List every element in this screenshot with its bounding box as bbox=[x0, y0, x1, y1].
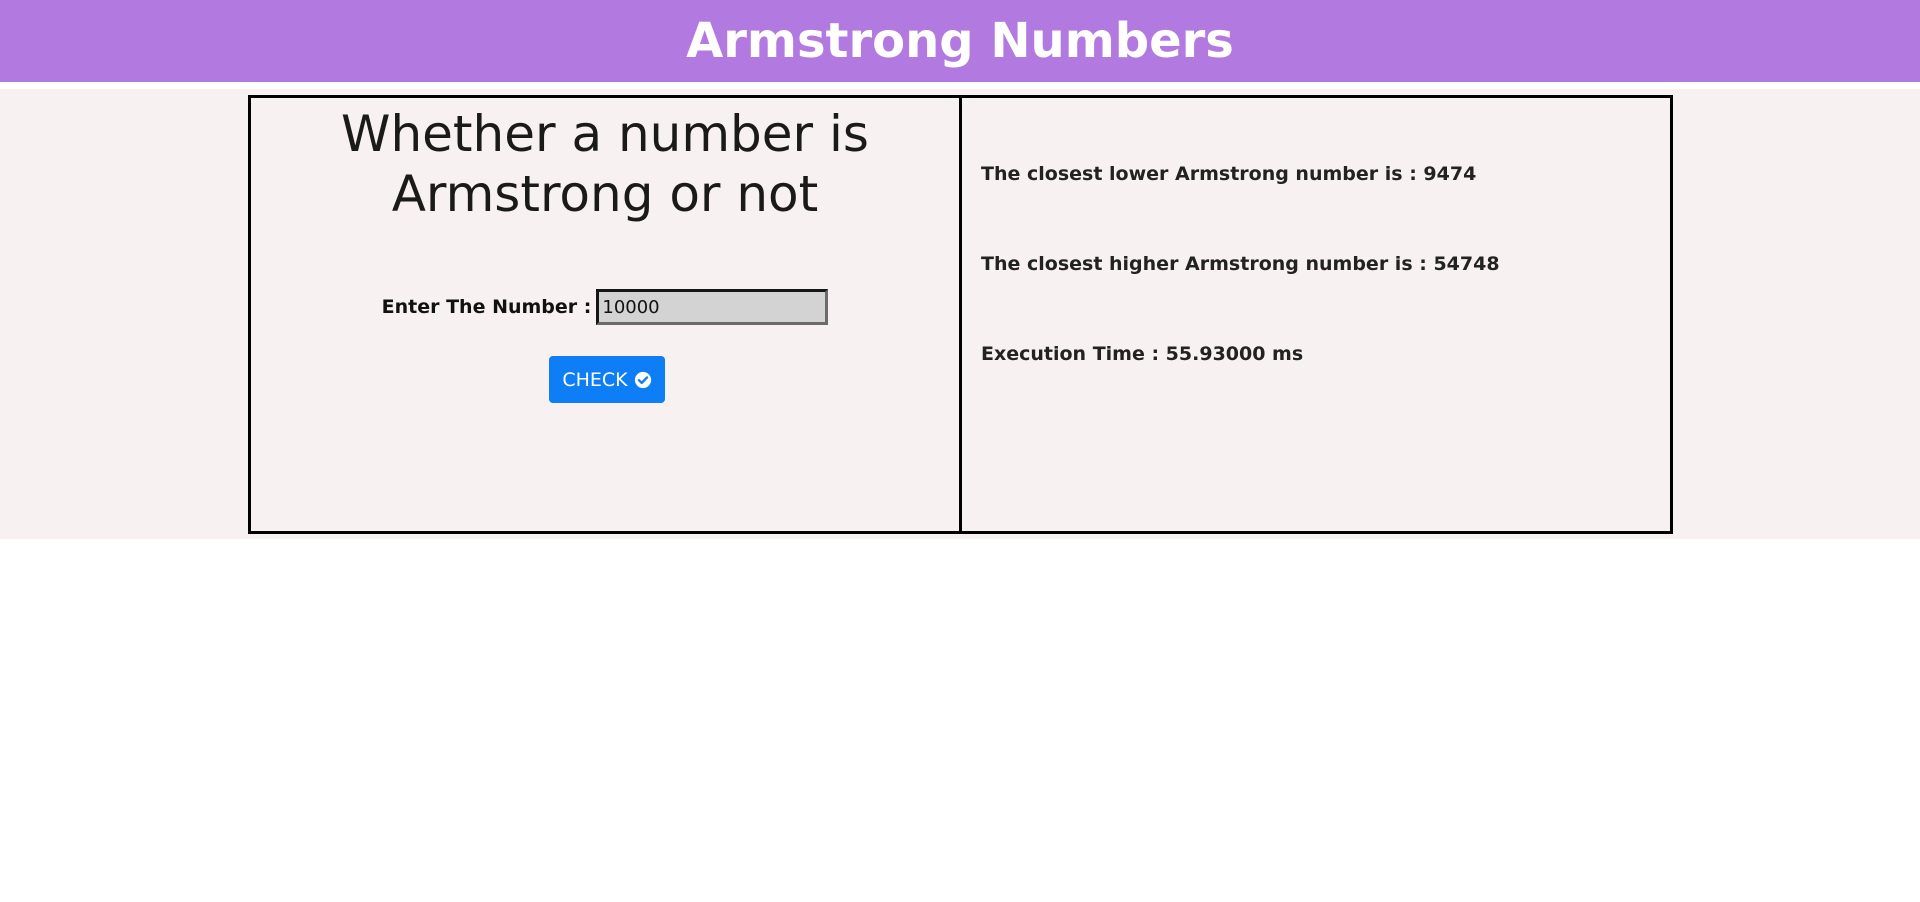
check-panel-heading-line2: Armstrong or not bbox=[391, 165, 819, 223]
closest-higher-result: The closest higher Armstrong number is :… bbox=[981, 253, 1500, 275]
closest-lower-result: The closest lower Armstrong number is : … bbox=[981, 163, 1477, 185]
number-input[interactable] bbox=[596, 289, 829, 325]
app-header: Armstrong Numbers bbox=[0, 0, 1920, 82]
number-input-row: Enter The Number : bbox=[251, 289, 959, 325]
results-panel: The closest lower Armstrong number is : … bbox=[959, 95, 1673, 534]
execution-time-result: Execution Time : 55.93000 ms bbox=[981, 343, 1304, 365]
check-panel: Whether a number is Armstrong or not Ent… bbox=[248, 95, 962, 534]
number-input-label: Enter The Number : bbox=[381, 296, 592, 318]
page-title: Armstrong Numbers bbox=[686, 13, 1234, 69]
check-panel-heading-line1: Whether a number is bbox=[341, 105, 869, 163]
check-panel-heading: Whether a number is Armstrong or not bbox=[251, 104, 959, 224]
check-circle-icon bbox=[634, 371, 651, 388]
check-button[interactable]: CHECK bbox=[549, 356, 665, 403]
check-button-label: CHECK bbox=[562, 368, 628, 391]
